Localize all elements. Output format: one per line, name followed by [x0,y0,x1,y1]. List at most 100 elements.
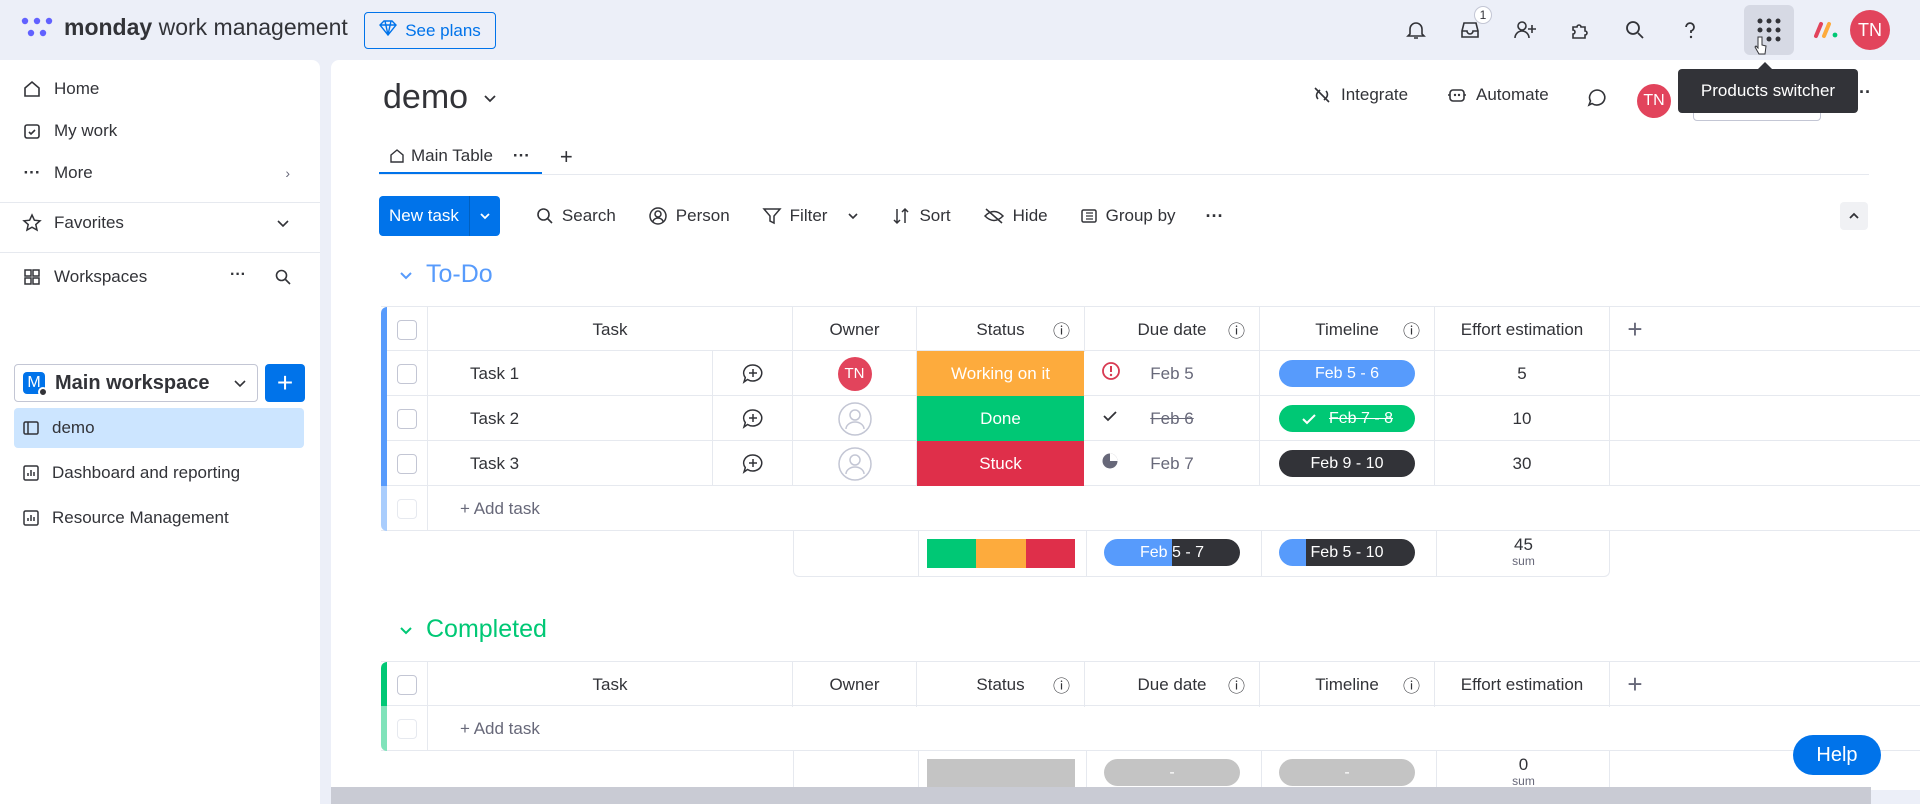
bell-icon[interactable] [1398,12,1434,48]
table-row[interactable]: Task 2 Done Feb 6 Feb 7 - 8 10 [381,396,1920,441]
owner-cell[interactable]: TN [793,351,917,396]
status-cell[interactable]: Done [917,396,1084,441]
group-by-button[interactable]: Group by [1080,206,1176,226]
select-all-checkbox[interactable] [397,674,417,695]
column-header-due-date[interactable]: Due date ⓘ [1085,307,1260,352]
add-column-icon[interactable]: + [1610,307,1660,352]
inbox-icon[interactable]: 1 [1452,6,1492,48]
tab-main-table[interactable]: Main Table ··· [379,140,542,174]
see-plans-button[interactable]: See plans [364,12,496,49]
row-checkbox[interactable] [397,408,417,429]
column-header-timeline[interactable]: Timeline ⓘ [1260,307,1435,352]
column-header-effort[interactable]: Effort estimation [1435,662,1610,707]
monday-products-icon[interactable] [1808,12,1844,48]
group-title-completed[interactable]: Completed [398,615,547,644]
updates-icon[interactable] [1586,87,1608,109]
brand-logo[interactable]: monday work management [20,14,348,41]
invite-members-icon[interactable] [1507,12,1543,48]
help-button[interactable]: Help [1793,735,1881,775]
sidebar-item-dashboard[interactable]: Dashboard and reporting [14,454,304,492]
row-checkbox[interactable] [397,453,417,474]
board-owner-avatar[interactable]: TN [1637,84,1671,118]
new-task-button[interactable]: New task [379,196,500,236]
column-header-status[interactable]: Status ⓘ [917,307,1085,352]
column-header-due-date[interactable]: Due date ⓘ [1085,662,1260,707]
add-update-icon[interactable] [713,441,793,486]
group-title-todo[interactable]: To-Do [398,260,493,289]
add-view-icon[interactable]: + [560,144,573,170]
column-header-status[interactable]: Status ⓘ [917,662,1085,707]
select-all-checkbox[interactable] [397,319,417,340]
help-icon[interactable] [1672,12,1708,48]
task-name[interactable]: Task 1 [428,351,713,396]
timeline-cell[interactable]: Feb 5 - 6 [1260,351,1435,396]
column-header-task[interactable]: Task [428,307,793,352]
status-cell[interactable]: Working on it [917,351,1084,396]
user-avatar[interactable]: TN [1850,10,1890,50]
chevron-down-icon[interactable] [847,210,859,222]
sidebar-item-my-work[interactable]: My work [14,112,304,150]
search-toolbar-button[interactable]: Search [536,206,616,226]
task-name[interactable]: Task 2 [428,396,713,441]
sidebar-item-resource-management[interactable]: Resource Management [14,499,304,537]
timeline-cell[interactable]: Feb 7 - 8 [1260,396,1435,441]
apps-icon[interactable] [1562,12,1598,48]
timeline-summary-pill[interactable]: - [1279,759,1415,786]
timeline-summary-pill[interactable]: Feb 5 - 10 [1279,539,1415,566]
table-row[interactable]: Task 3 Stuck Feb 7 Feb 9 - 10 30 [381,441,1920,486]
chevron-down-icon[interactable] [470,210,500,222]
toolbar-more-icon[interactable]: ··· [1206,206,1224,227]
hide-button[interactable]: Hide [983,206,1048,226]
person-filter-button[interactable]: Person [648,206,730,226]
status-summary-bar[interactable] [927,539,1075,568]
row-checkbox[interactable] [397,363,417,384]
info-icon[interactable]: ⓘ [1228,672,1245,697]
column-header-owner[interactable]: Owner [793,662,917,707]
due-date-cell[interactable]: Feb 7 [1085,441,1260,486]
effort-cell[interactable]: 30 [1435,441,1610,486]
add-task-input[interactable]: + Add task [428,706,1920,751]
effort-cell[interactable]: 10 [1435,396,1610,441]
info-icon[interactable]: ⓘ [1228,317,1245,342]
add-workspace-item-button[interactable]: + [265,364,305,402]
status-summary-bar[interactable] [927,759,1075,788]
info-icon[interactable]: ⓘ [1403,317,1420,342]
workspace-selector[interactable]: M Main workspace [14,364,258,402]
collapse-header-button[interactable] [1840,202,1868,230]
sort-button[interactable]: Sort [891,206,951,226]
due-date-summary-pill[interactable]: - [1104,759,1240,786]
table-row[interactable]: Task 1 TN Working on it Feb 5 Feb 5 - 6 … [381,351,1920,396]
add-column-icon[interactable]: + [1610,662,1660,707]
sidebar-item-more[interactable]: ··· More › [14,154,304,192]
automate-button[interactable]: Automate [1446,84,1549,106]
column-header-effort[interactable]: Effort estimation [1435,307,1610,352]
task-name[interactable]: Task 3 [428,441,713,486]
due-date-cell[interactable]: Feb 6 [1085,396,1260,441]
add-update-icon[interactable] [713,351,793,396]
due-date-cell[interactable]: Feb 5 [1085,351,1260,396]
timeline-cell[interactable]: Feb 9 - 10 [1260,441,1435,486]
column-header-timeline[interactable]: Timeline ⓘ [1260,662,1435,707]
board-title[interactable]: demo [383,78,498,117]
column-header-task[interactable]: Task [428,662,793,707]
sidebar-item-home[interactable]: Home [14,70,304,108]
horizontal-scrollbar[interactable] [331,787,1871,804]
search-icon[interactable] [1617,12,1653,48]
tab-more-icon[interactable]: ··· [513,146,530,166]
info-icon[interactable]: ⓘ [1403,672,1420,697]
workspace-search-icon[interactable] [274,268,292,286]
owner-cell[interactable] [793,441,917,486]
effort-cell[interactable]: 5 [1435,351,1610,396]
info-icon[interactable]: ⓘ [1053,672,1070,697]
filter-button[interactable]: Filter [762,206,860,226]
info-icon[interactable]: ⓘ [1053,317,1070,342]
column-header-owner[interactable]: Owner [793,307,917,352]
add-update-icon[interactable] [713,396,793,441]
due-date-summary-pill[interactable]: Feb 5 - 7 [1104,539,1240,566]
sidebar-item-demo[interactable]: demo [14,408,304,448]
add-task-input[interactable]: + Add task [428,486,1920,531]
status-cell[interactable]: Stuck [917,441,1084,486]
integrate-button[interactable]: Integrate [1311,84,1408,106]
workspaces-more-icon[interactable]: ··· [230,266,246,284]
sidebar-item-favorites[interactable]: Favorites [14,204,304,242]
